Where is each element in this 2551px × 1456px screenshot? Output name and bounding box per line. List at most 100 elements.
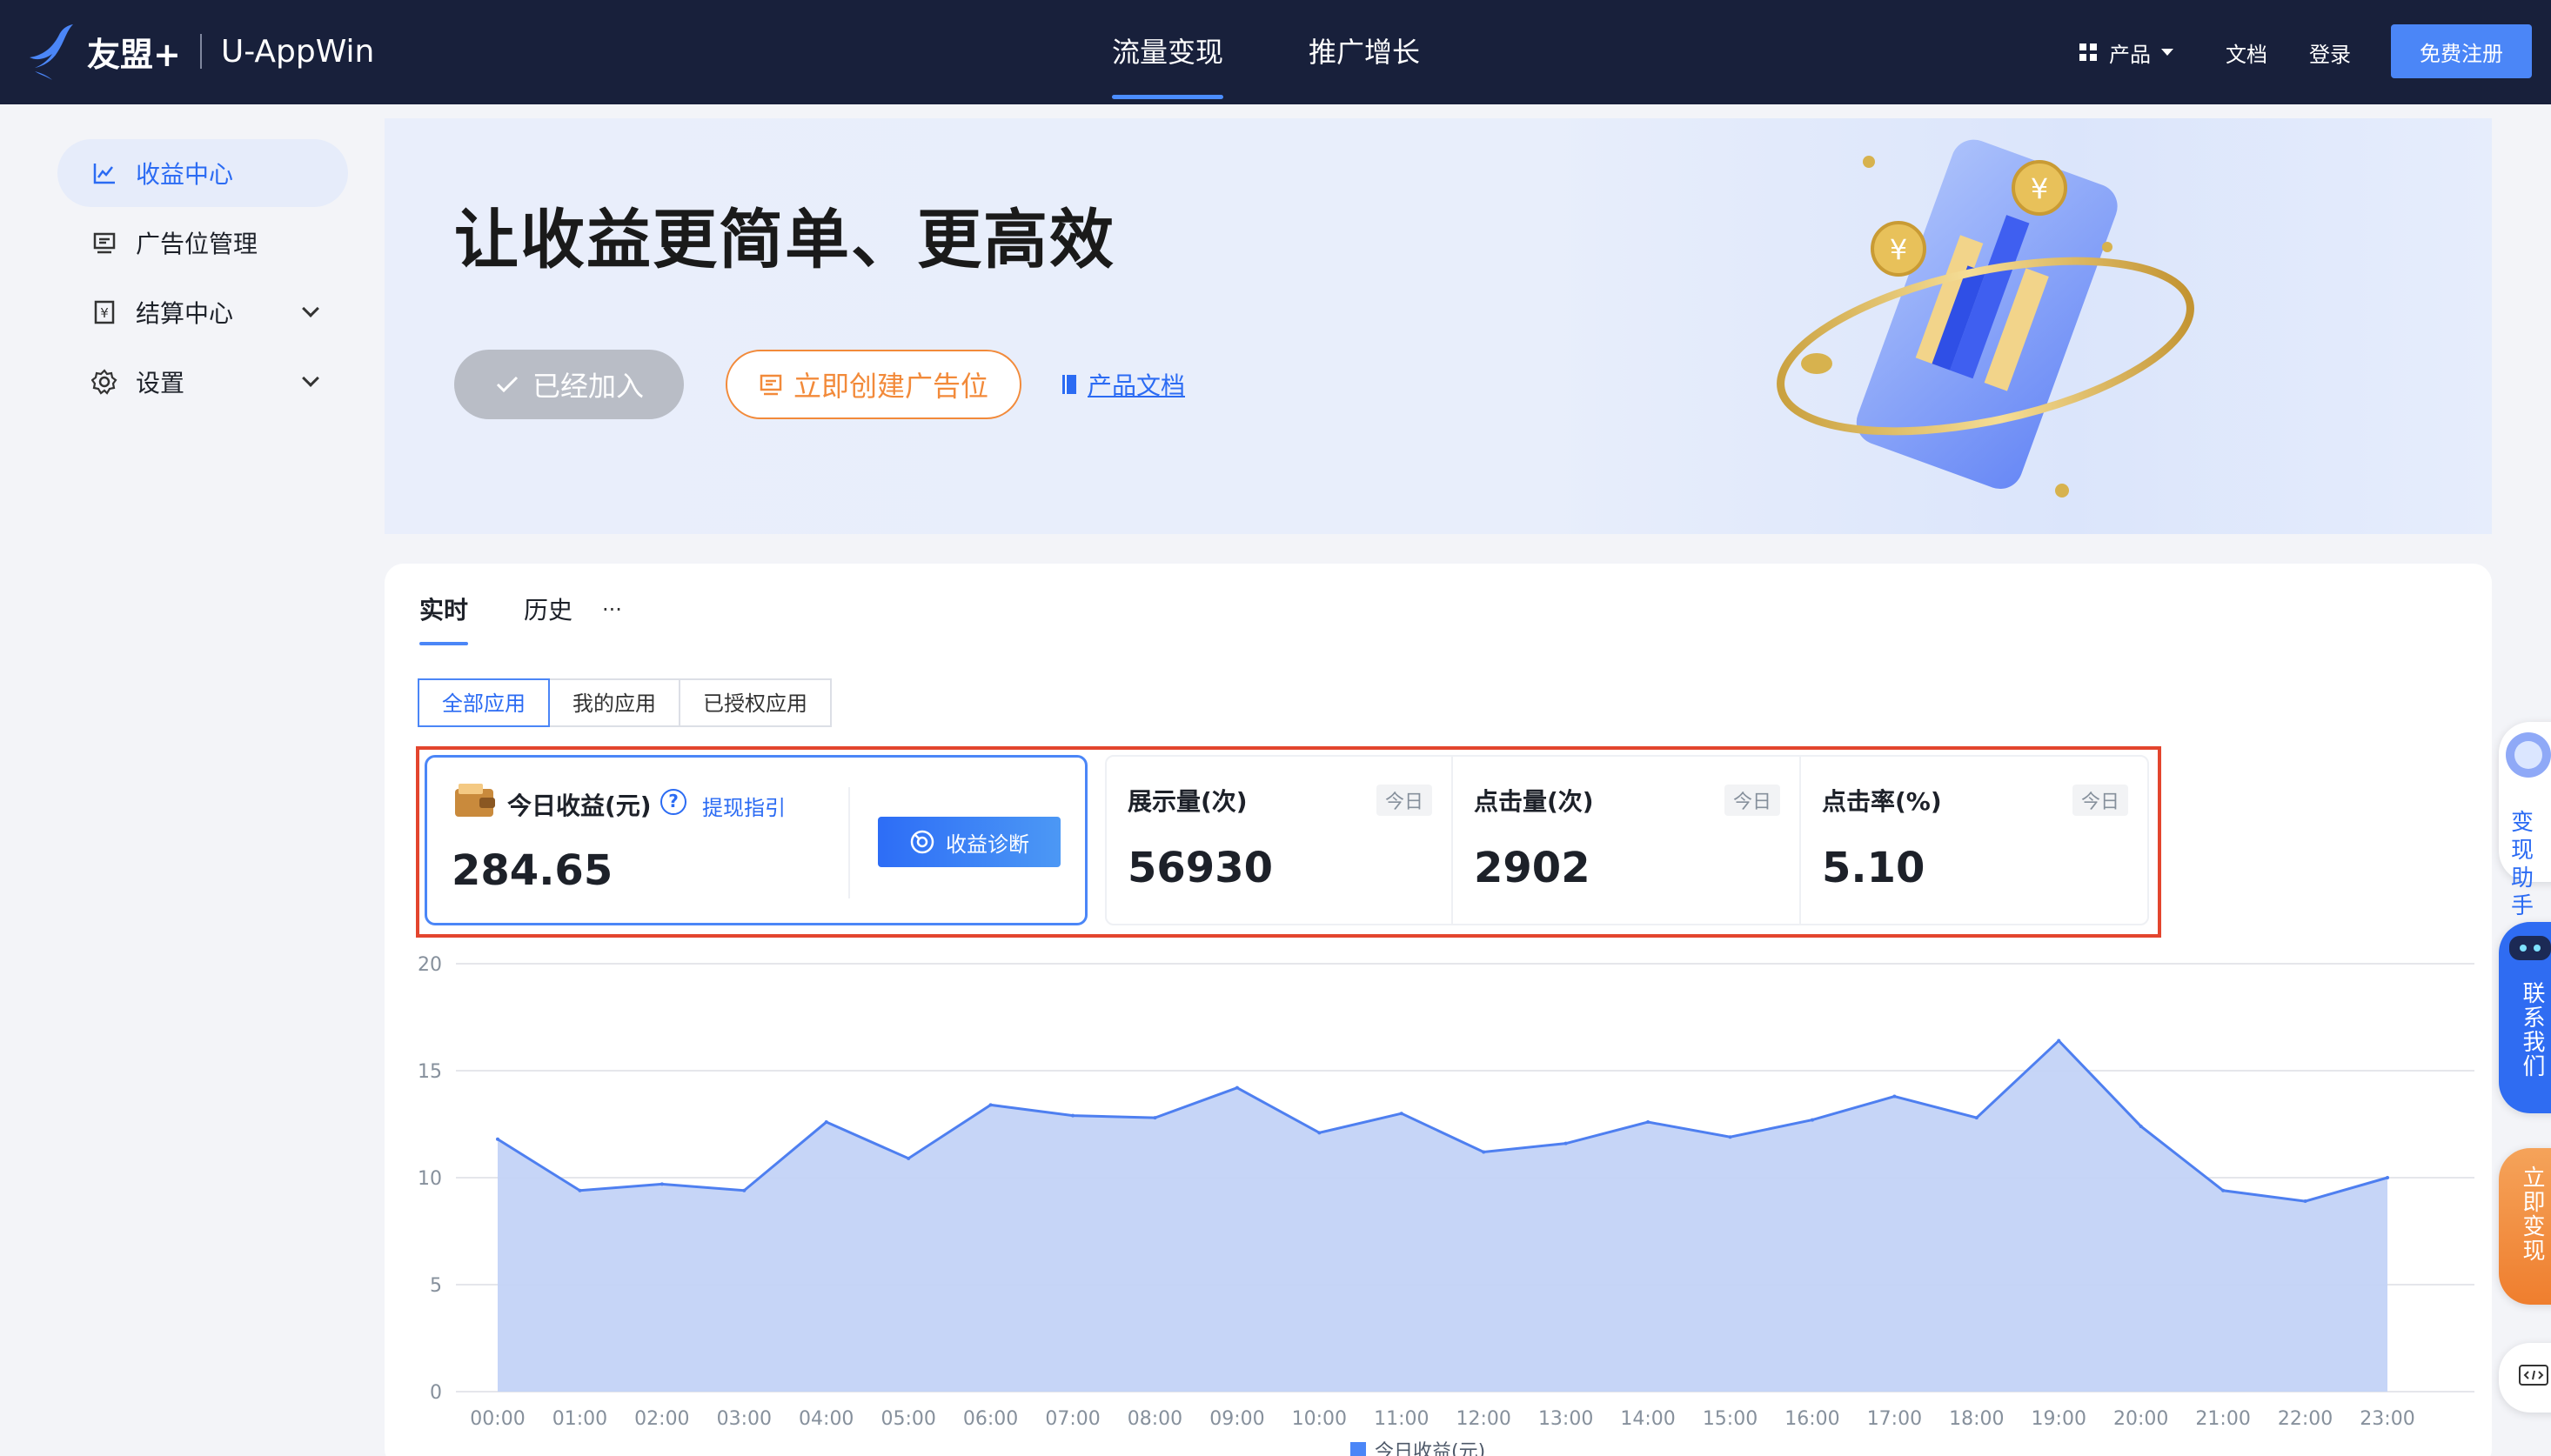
product-menu-label: 产品 bbox=[2109, 42, 2151, 67]
x-tick-label: 00:00 bbox=[470, 1408, 525, 1430]
diagnose-label: 收益诊断 bbox=[946, 832, 1029, 857]
x-tick-label: 15:00 bbox=[1703, 1408, 1758, 1430]
data-point bbox=[1728, 1135, 1732, 1139]
register-button[interactable]: 免费注册 bbox=[2391, 24, 2532, 78]
tabs-more[interactable]: ... bbox=[602, 591, 622, 616]
product-menu[interactable]: 产品 bbox=[2079, 0, 2173, 104]
stat-label: 点击率(%) bbox=[1822, 787, 1942, 816]
stat-impressions: 展示量(次) 今日 56930 bbox=[1105, 755, 1453, 925]
data-point bbox=[1646, 1120, 1650, 1125]
data-point bbox=[1892, 1094, 1897, 1099]
revenue-diagnose-button[interactable]: 收益诊断 bbox=[878, 817, 1061, 867]
chevron-down-icon bbox=[302, 370, 319, 387]
logo-divider bbox=[199, 34, 202, 69]
data-point bbox=[1399, 1112, 1403, 1116]
data-point bbox=[660, 1182, 664, 1186]
stat-clicks: 点击量(次) 今日 2902 bbox=[1451, 755, 1801, 925]
y-tick-label: 20 bbox=[418, 954, 442, 976]
caret-down-icon bbox=[2161, 49, 2173, 56]
y-tick-label: 5 bbox=[430, 1275, 442, 1297]
sidebar-item-label: 设置 bbox=[136, 369, 185, 397]
gear-icon bbox=[90, 368, 118, 396]
create-label: 立即创建广告位 bbox=[793, 370, 988, 403]
x-tick-label: 04:00 bbox=[799, 1408, 854, 1430]
data-point bbox=[907, 1156, 911, 1160]
withdraw-guide-link[interactable]: 提现指引 bbox=[702, 791, 786, 821]
x-tick-label: 07:00 bbox=[1045, 1408, 1100, 1430]
filter-my-apps[interactable]: 我的应用 bbox=[548, 678, 680, 727]
assistant-label: 变现助手 bbox=[2511, 810, 2536, 919]
x-tick-label: 13:00 bbox=[1538, 1408, 1593, 1430]
assistant-avatar-icon bbox=[2506, 732, 2551, 778]
data-point bbox=[742, 1188, 747, 1192]
tab-history[interactable]: 历史 bbox=[524, 591, 572, 626]
data-point bbox=[2057, 1039, 2061, 1043]
grid-icon bbox=[2079, 43, 2097, 61]
sidebar-item-revenue-center[interactable]: 收益中心 bbox=[57, 139, 348, 207]
stat-label: 展示量(次) bbox=[1128, 787, 1248, 816]
sidebar-item-ad-slots[interactable]: 广告位管理 bbox=[57, 209, 348, 277]
x-tick-label: 14:00 bbox=[1620, 1408, 1675, 1430]
x-tick-label: 22:00 bbox=[2278, 1408, 2333, 1430]
x-tick-label: 21:00 bbox=[2195, 1408, 2250, 1430]
joined-label: 已经加入 bbox=[532, 370, 644, 403]
revenue-area-chart: 0 5 10 15 20 00:00 01:00 02:00 03:00 04:00 05:00 06… bbox=[418, 954, 2474, 1456]
tab-realtime[interactable]: 实时 bbox=[419, 591, 469, 645]
today-revenue-value: 284.65 bbox=[452, 846, 613, 895]
svg-text:¥: ¥ bbox=[1890, 233, 1907, 266]
monetize-now-label: 立即变现 bbox=[2519, 1165, 2545, 1263]
today-badge: 今日 bbox=[2072, 785, 2128, 816]
today-revenue-card: 今日收益(元) ? 提现指引 284.65 收益诊断 bbox=[425, 755, 1088, 925]
svg-text:¥: ¥ bbox=[100, 305, 109, 321]
x-tick-label: 06:00 bbox=[963, 1408, 1018, 1430]
nav-tab-growth[interactable]: 推广增长 bbox=[1309, 0, 1420, 104]
data-point bbox=[1563, 1141, 1568, 1145]
create-ad-slot-button[interactable]: 立即创建广告位 bbox=[726, 350, 1021, 419]
docs-link[interactable]: 文档 bbox=[2226, 37, 2267, 68]
x-tick-label: 03:00 bbox=[717, 1408, 772, 1430]
legend-swatch bbox=[1350, 1442, 1366, 1456]
sidebar-item-label: 收益中心 bbox=[136, 160, 234, 189]
filter-authorized-apps[interactable]: 已授权应用 bbox=[679, 678, 832, 727]
x-tick-label: 09:00 bbox=[1209, 1408, 1264, 1430]
x-tick-label: 19:00 bbox=[2032, 1408, 2086, 1430]
monitor-icon bbox=[760, 374, 782, 396]
x-tick-label: 16:00 bbox=[1784, 1408, 1839, 1430]
logo[interactable]: 友盟+ U-AppWin bbox=[26, 21, 374, 82]
filter-all-apps[interactable]: 全部应用 bbox=[418, 678, 550, 727]
revenue-illustration: ¥ ¥ bbox=[1777, 139, 2194, 498]
data-point bbox=[1810, 1118, 1814, 1122]
stat-value: 5.10 bbox=[1822, 844, 1925, 892]
code-widget[interactable] bbox=[2499, 1343, 2551, 1413]
x-tick-label: 18:00 bbox=[1949, 1408, 2004, 1430]
doc-link-label: 产品文档 bbox=[1088, 371, 1186, 400]
help-icon[interactable]: ? bbox=[660, 789, 686, 815]
data-point bbox=[1235, 1085, 1239, 1090]
logo-text: 友盟+ bbox=[87, 35, 181, 74]
x-tick-label: 11:00 bbox=[1374, 1408, 1429, 1430]
data-point bbox=[2139, 1124, 2143, 1128]
sidebar-item-settings[interactable]: 设置 bbox=[57, 348, 348, 416]
yen-doc-icon: ¥ bbox=[90, 298, 118, 326]
data-point bbox=[2221, 1188, 2226, 1192]
x-tick-label: 01:00 bbox=[552, 1408, 607, 1430]
monetize-now[interactable]: 立即变现 bbox=[2499, 1148, 2551, 1305]
x-tick-label: 10:00 bbox=[1292, 1408, 1347, 1430]
data-point bbox=[1317, 1131, 1322, 1135]
data-point bbox=[824, 1120, 828, 1125]
contact-label: 联系我们 bbox=[2519, 981, 2545, 1079]
hero-banner: 让收益更简单、更高效 已经加入 立即创建广告位 产品文档 ¥ ¥ bbox=[385, 118, 2492, 534]
nav-tab-traffic-monetization[interactable]: 流量变现 bbox=[1112, 0, 1224, 104]
contact-us[interactable]: 联系我们 bbox=[2499, 922, 2551, 1113]
stat-value: 2902 bbox=[1474, 844, 1590, 892]
diagnose-icon bbox=[910, 830, 934, 854]
data-point bbox=[2303, 1199, 2307, 1204]
x-tick-label: 12:00 bbox=[1456, 1408, 1511, 1430]
sidebar-item-settlement[interactable]: ¥ 结算中心 bbox=[57, 278, 348, 346]
today-revenue-label: 今日收益(元) bbox=[507, 791, 652, 820]
login-link[interactable]: 登录 bbox=[2309, 37, 2351, 68]
code-icon bbox=[2519, 1365, 2548, 1386]
data-point bbox=[1071, 1113, 1075, 1118]
product-doc-link[interactable]: 产品文档 bbox=[1060, 367, 1185, 402]
monetize-assistant[interactable]: 变现助手 bbox=[2499, 722, 2551, 919]
